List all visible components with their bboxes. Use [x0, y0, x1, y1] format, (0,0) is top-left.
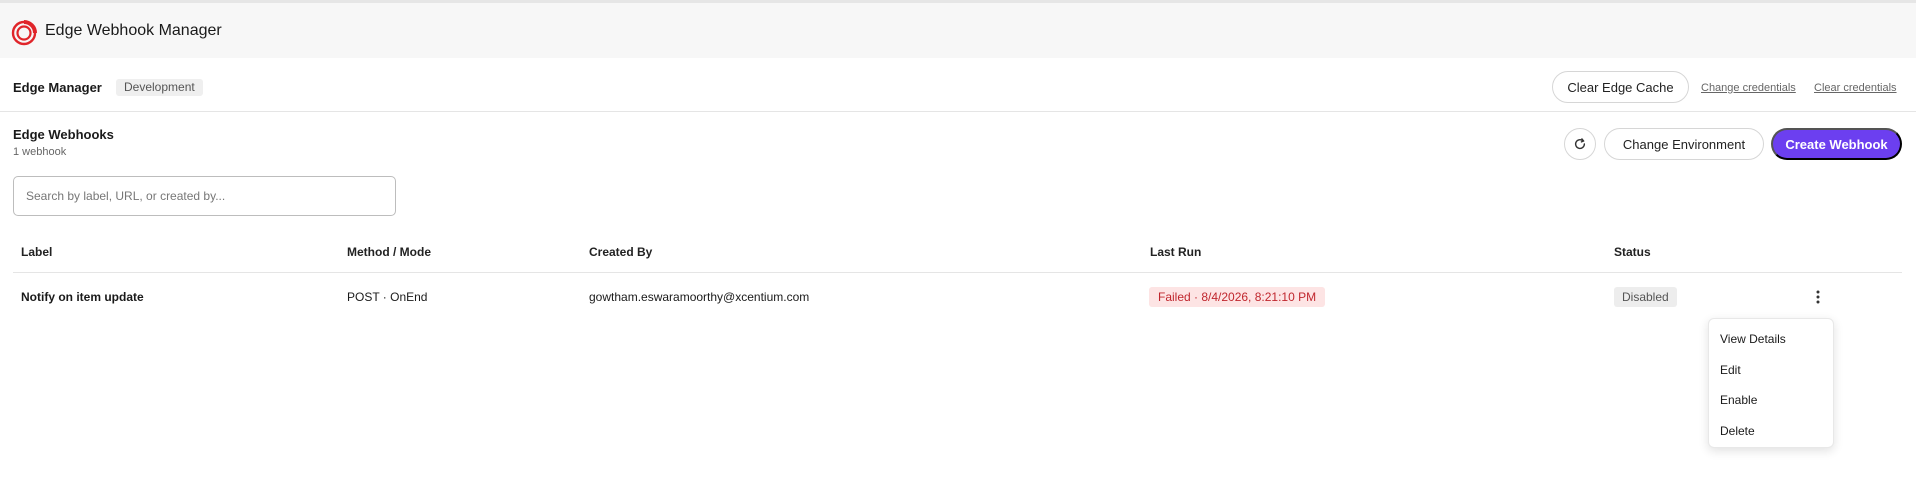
webhook-count: 1 webhook — [13, 146, 67, 158]
refresh-button[interactable] — [1564, 128, 1596, 160]
search-input[interactable] — [13, 176, 396, 216]
column-header-status: Status — [1614, 245, 1651, 259]
column-header-label: Label — [21, 245, 53, 259]
column-header-created-by: Created By — [589, 245, 653, 259]
app-title: Edge Webhook Manager — [45, 22, 222, 39]
change-credentials-link[interactable]: Change credentials — [1701, 82, 1796, 94]
app-header: Edge Webhook Manager — [0, 3, 1916, 58]
menu-item-delete[interactable]: Delete — [1720, 424, 1755, 438]
last-run-status-badge: Failed · 8/4/2026, 8:21:10 PM — [1149, 287, 1326, 307]
environment-badge: Development — [116, 79, 203, 96]
table-header-divider — [13, 272, 1902, 273]
create-webhook-button[interactable]: Create Webhook — [1771, 128, 1902, 160]
manager-title: Edge Manager — [13, 80, 102, 95]
webhook-label[interactable]: Notify on item update — [21, 290, 144, 304]
status-badge: Disabled — [1614, 287, 1677, 307]
change-environment-button[interactable]: Change Environment — [1604, 128, 1764, 160]
column-header-method-mode: Method / Mode — [347, 245, 431, 259]
clear-edge-cache-button[interactable]: Clear Edge Cache — [1552, 71, 1689, 103]
clear-credentials-link[interactable]: Clear credentials — [1814, 82, 1897, 94]
app-logo-icon — [11, 20, 37, 46]
menu-item-enable[interactable]: Enable — [1720, 393, 1757, 407]
row-actions-button[interactable] — [1808, 287, 1828, 307]
refresh-icon — [1574, 138, 1586, 150]
more-vertical-icon — [1816, 290, 1820, 304]
row-actions-menu: View Details Edit Enable Delete — [1708, 318, 1834, 448]
section-title: Edge Webhooks — [13, 127, 114, 142]
menu-item-edit[interactable]: Edit — [1720, 363, 1741, 377]
column-header-last-run: Last Run — [1150, 245, 1202, 259]
webhook-created-by: gowtham.eswaramoorthy@xcentium.com — [589, 290, 810, 304]
webhook-method-mode: POST · OnEnd — [347, 290, 428, 304]
menu-item-view-details[interactable]: View Details — [1720, 332, 1786, 346]
